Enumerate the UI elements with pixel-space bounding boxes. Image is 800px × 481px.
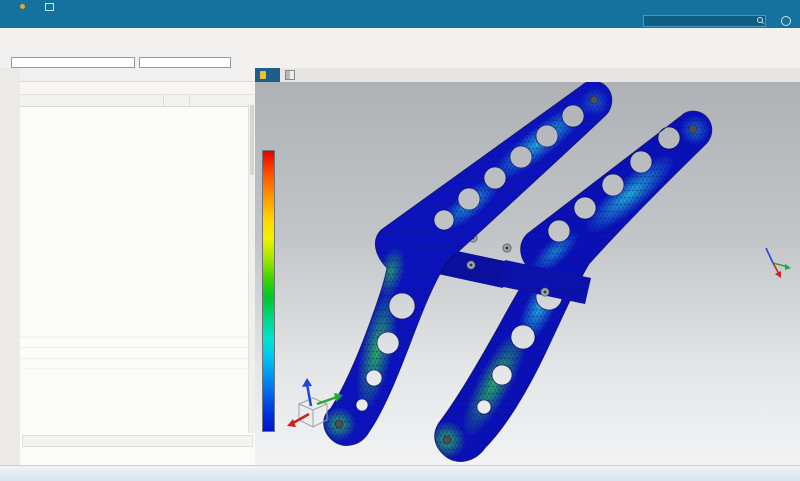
selection-filter-combo[interactable] (11, 56, 135, 68)
search-input[interactable] (643, 14, 766, 27)
selection-scope-combo[interactable] (139, 56, 231, 68)
simcenter-window (0, 0, 800, 481)
simulation-file-icon (260, 71, 266, 79)
wcs-triad (765, 247, 791, 278)
tree-empty-rows (20, 327, 248, 369)
tab-discovery-center[interactable] (280, 68, 303, 82)
color-legend-bar (262, 150, 275, 432)
titlebar (0, 0, 800, 13)
panel-scrollbar[interactable] (248, 104, 255, 433)
document-tabs (255, 68, 800, 83)
model-triad (287, 378, 343, 428)
window-icon (45, 2, 54, 11)
durability-results-section[interactable] (22, 435, 253, 447)
ribbon (0, 28, 800, 57)
command-search (643, 14, 766, 27)
panel-actions (22, 448, 253, 465)
window-menu[interactable] (45, 2, 58, 11)
scenario-panel (20, 68, 256, 466)
tree-header (20, 95, 255, 107)
tab-boom-sim[interactable] (255, 68, 280, 82)
quick-access-toolbar (0, 2, 58, 11)
help-icon[interactable] (781, 15, 791, 26)
navigator-section-header[interactable] (20, 82, 255, 95)
search-icon[interactable] (757, 16, 763, 23)
graphics-window (255, 68, 800, 466)
viewport-canvas[interactable] (255, 82, 800, 466)
record-icon[interactable] (20, 4, 25, 9)
menubar (0, 13, 800, 28)
status-band (0, 465, 800, 481)
resource-bar (0, 68, 21, 466)
discovery-center-icon (285, 70, 295, 80)
